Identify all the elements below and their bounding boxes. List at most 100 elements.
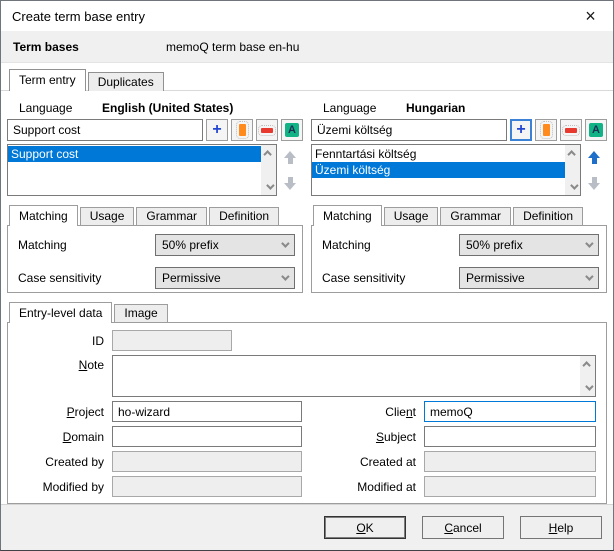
close-icon[interactable]: × — [568, 1, 613, 31]
term-listbox[interactable]: Support cost — [7, 144, 277, 196]
edit-term-button[interactable] — [535, 119, 557, 141]
chevron-down-icon — [281, 272, 289, 280]
matching-page: Matching 50% prefix Case sensitivity Per… — [311, 225, 607, 293]
tab-usage[interactable]: Usage — [384, 207, 439, 225]
plus-icon: + — [212, 123, 221, 137]
dialog-title: Create term base entry — [1, 9, 145, 24]
matching-select[interactable]: 50% prefix — [155, 234, 295, 256]
language-label: Language — [323, 101, 406, 115]
add-term-button[interactable]: + — [510, 119, 532, 141]
project-label: Project — [12, 405, 104, 419]
list-item[interactable]: Fenntartási költség — [312, 146, 565, 162]
created-by-label: Created by — [12, 455, 104, 469]
created-at-field — [424, 451, 596, 472]
edit-term-button[interactable] — [231, 119, 253, 141]
project-field[interactable] — [112, 401, 302, 422]
term-reorder-controls — [581, 144, 607, 196]
source-language-panel: Language English (United States) + A Sup… — [7, 97, 303, 293]
created-by-field — [112, 451, 302, 472]
modified-at-label: Modified at — [302, 480, 416, 494]
note-field[interactable] — [112, 355, 596, 397]
letter-a-icon: A — [589, 123, 603, 137]
case-sensitivity-button[interactable]: A — [281, 119, 303, 141]
tab-image[interactable]: Image — [114, 304, 167, 322]
subject-field[interactable] — [424, 426, 596, 447]
note-scrollbar[interactable] — [580, 356, 595, 396]
listbox-scrollbar[interactable] — [261, 145, 276, 195]
case-sensitivity-label: Case sensitivity — [319, 271, 459, 285]
id-field — [112, 330, 232, 351]
scroll-up-icon[interactable] — [263, 150, 271, 158]
target-language-panel: Language Hungarian + A Fenntartási költs… — [311, 97, 607, 293]
scroll-down-icon[interactable] — [570, 181, 578, 189]
domain-label: Domain — [12, 430, 104, 444]
matching-page: Matching 50% prefix Case sensitivity Per… — [7, 225, 303, 293]
id-label: ID — [12, 334, 104, 348]
create-term-base-entry-dialog: Create term base entry × Term bases memo… — [0, 0, 614, 551]
term-base-name: memoQ term base en-hu — [166, 40, 299, 54]
titlebar: Create term base entry × — [1, 1, 613, 31]
tab-entry-level-data[interactable]: Entry-level data — [9, 302, 112, 323]
cancel-button[interactable]: Cancel — [422, 516, 504, 539]
list-item[interactable]: Üzemi költség — [312, 162, 565, 178]
subject-label: Subject — [302, 430, 416, 444]
matching-select[interactable]: 50% prefix — [459, 234, 599, 256]
term-listbox[interactable]: Fenntartási költségÜzemi költség — [311, 144, 581, 196]
tab-term-entry[interactable]: Term entry — [9, 69, 86, 91]
term-list: Support cost — [8, 145, 261, 195]
term-input[interactable] — [7, 119, 203, 141]
scroll-down-icon[interactable] — [585, 382, 593, 390]
tab-matching[interactable]: Matching — [9, 205, 78, 226]
tab-duplicates[interactable]: Duplicates — [88, 72, 164, 91]
scroll-down-icon[interactable] — [266, 181, 274, 189]
footer-button-bar: OK Cancel Help — [1, 504, 613, 550]
move-term-up-button[interactable] — [588, 151, 600, 164]
move-term-down-button[interactable] — [588, 177, 600, 190]
remove-term-button[interactable] — [560, 119, 582, 141]
tab-usage[interactable]: Usage — [80, 207, 135, 225]
help-button[interactable]: Help — [520, 516, 602, 539]
term-reorder-controls — [277, 144, 303, 196]
tab-definition[interactable]: Definition — [513, 207, 583, 225]
client-field[interactable] — [424, 401, 596, 422]
modified-by-label: Modified by — [12, 480, 104, 494]
term-bases-label: Term bases — [1, 40, 166, 54]
add-term-button[interactable]: + — [206, 119, 228, 141]
tab-grammar[interactable]: Grammar — [440, 207, 511, 225]
chevron-down-icon — [585, 239, 593, 247]
remove-term-button[interactable] — [256, 119, 278, 141]
note-label: Note — [12, 355, 104, 372]
list-item[interactable]: Support cost — [8, 146, 261, 162]
chevron-down-icon — [281, 239, 289, 247]
modified-at-field — [424, 476, 596, 497]
listbox-scrollbar[interactable] — [565, 145, 580, 195]
term-input[interactable] — [311, 119, 507, 141]
term-list: Fenntartási költségÜzemi költség — [312, 145, 565, 195]
tab-matching[interactable]: Matching — [313, 205, 382, 226]
edit-term-icon — [239, 124, 246, 136]
modified-by-field — [112, 476, 302, 497]
domain-field[interactable] — [112, 426, 302, 447]
term-property-tabs: Matching Usage Grammar Definition — [311, 204, 607, 225]
case-sensitivity-select[interactable]: Permissive — [459, 267, 599, 289]
move-term-down-button[interactable] — [284, 177, 296, 190]
ok-button[interactable]: OK — [324, 516, 406, 539]
case-sensitivity-button[interactable]: A — [585, 119, 607, 141]
scroll-up-icon[interactable] — [567, 150, 575, 158]
case-sensitivity-value: Permissive — [466, 271, 525, 285]
tab-grammar[interactable]: Grammar — [136, 207, 207, 225]
term-property-tabs: Matching Usage Grammar Definition — [7, 204, 303, 225]
move-term-up-button[interactable] — [284, 151, 296, 164]
scroll-up-icon[interactable] — [582, 361, 590, 369]
client-label: Client — [302, 405, 416, 419]
matching-value: 50% prefix — [466, 238, 523, 252]
case-sensitivity-select[interactable]: Permissive — [155, 267, 295, 289]
main-tabstrip: Term entry Duplicates — [1, 69, 613, 91]
tab-definition[interactable]: Definition — [209, 207, 279, 225]
remove-term-icon — [261, 128, 273, 133]
letter-a-icon: A — [285, 123, 299, 137]
term-entry-page: Language English (United States) + A Sup… — [1, 91, 613, 504]
case-sensitivity-value: Permissive — [162, 271, 221, 285]
matching-label: Matching — [319, 238, 459, 252]
note-text[interactable] — [113, 356, 580, 396]
